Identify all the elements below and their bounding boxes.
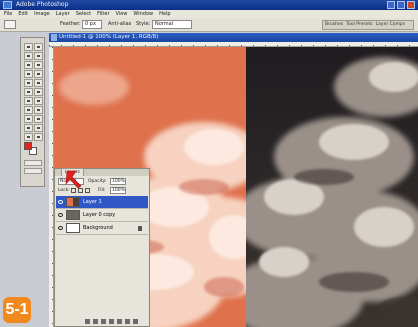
slice-tool[interactable] <box>34 61 43 69</box>
lock-icon <box>138 226 142 231</box>
quick-mask-toggle[interactable] <box>24 160 42 166</box>
photoshop-window: Adobe Photoshop File Edit Image Layer Se… <box>0 0 418 327</box>
lock-pixels-icon[interactable] <box>78 188 83 193</box>
magic-wand-tool[interactable] <box>34 52 43 60</box>
layer-row-layer-1[interactable]: Layer 1 <box>56 196 148 209</box>
lock-transparency-icon[interactable] <box>71 188 76 193</box>
layer-name: Layer 1 <box>83 199 102 205</box>
layers-panel-footer <box>85 319 138 324</box>
palette-tab-brushes[interactable]: Brushes <box>325 21 343 29</box>
layer-name: Layer 0 copy <box>83 212 116 218</box>
history-brush-tool[interactable] <box>34 79 43 87</box>
pen-tool[interactable] <box>24 115 33 123</box>
palette-well: Brushes Tool Presets Layer Comps <box>322 20 414 30</box>
menu-help[interactable]: Help <box>159 10 170 18</box>
document-title-bar: Untitled-1 @ 100% (Layer 1, RGB/8) <box>49 33 418 42</box>
menu-bar: File Edit Image Layer Select Filter View… <box>0 10 418 18</box>
menu-edit[interactable]: Edit <box>18 10 28 18</box>
layer-thumbnail <box>66 210 80 220</box>
layer-thumbnail <box>66 197 80 207</box>
menu-filter[interactable]: Filter <box>97 10 109 18</box>
layer-name: Background <box>83 225 113 231</box>
photoshop-app-icon <box>3 1 12 9</box>
lasso-tool[interactable] <box>24 52 33 60</box>
red-arrow-icon <box>65 170 82 188</box>
screen-mode-toggle[interactable] <box>24 168 42 174</box>
figure-number-badge: 5-1 <box>3 297 31 323</box>
antialias-checkbox[interactable]: Anti-alias <box>108 21 131 28</box>
opacity-input[interactable]: 100% <box>110 178 126 185</box>
style-label: Style: <box>136 21 151 27</box>
gradient-tool[interactable] <box>34 88 43 96</box>
palette-tab-layer-comps[interactable]: Layer Comps <box>376 21 405 29</box>
palette-tab-tool-presets[interactable]: Tool Presets <box>346 21 373 29</box>
trash-icon[interactable] <box>133 319 138 324</box>
crop-tool[interactable] <box>24 61 33 69</box>
new-layer-icon[interactable] <box>125 319 130 324</box>
marquee-tool[interactable] <box>24 43 33 51</box>
feather-label: Feather: <box>60 21 81 27</box>
new-group-icon[interactable] <box>117 319 122 324</box>
layer-style-icon[interactable] <box>93 319 98 324</box>
menu-image[interactable]: Image <box>34 10 50 18</box>
notes-tool[interactable] <box>24 124 33 132</box>
fill-label: Fill: <box>98 188 106 193</box>
path-selection-tool[interactable] <box>24 106 33 114</box>
feather-input[interactable]: 0 px <box>82 20 102 29</box>
style-select[interactable]: Normal <box>152 20 192 29</box>
opacity-label: Opacity: <box>88 179 107 184</box>
options-bar: Feather: 0 px Anti-alias Style: Normal B… <box>0 18 418 32</box>
link-icon[interactable] <box>85 319 90 324</box>
lock-position-icon[interactable] <box>85 188 90 193</box>
toolbox <box>20 37 45 187</box>
maximize-button[interactable] <box>397 1 405 9</box>
layer-row-background[interactable]: Background <box>56 222 148 235</box>
adjustment-layer-icon[interactable] <box>109 319 114 324</box>
layers-lock-row: Lock: Fill: 100% <box>58 187 146 194</box>
window-controls <box>387 1 415 9</box>
tool-grid <box>24 43 43 141</box>
healing-brush-tool[interactable] <box>24 70 33 78</box>
brush-tool[interactable] <box>34 70 43 78</box>
document-title: Untitled-1 @ 100% (Layer 1, RGB/8) <box>59 34 159 40</box>
dodge-tool[interactable] <box>34 97 43 105</box>
clone-stamp-tool[interactable] <box>24 79 33 87</box>
lock-label: Lock: <box>58 188 70 193</box>
dark-half <box>246 47 418 327</box>
layer-row-layer-0-copy[interactable]: Layer 0 copy <box>56 209 148 222</box>
eye-icon[interactable] <box>58 226 63 230</box>
type-tool[interactable] <box>34 106 43 114</box>
eye-icon[interactable] <box>58 200 63 204</box>
hand-tool[interactable] <box>24 133 33 141</box>
eye-icon[interactable] <box>58 213 63 217</box>
eraser-tool[interactable] <box>24 88 33 96</box>
blur-tool[interactable] <box>24 97 33 105</box>
document-icon <box>51 34 57 41</box>
eyedropper-tool[interactable] <box>34 124 43 132</box>
shape-tool[interactable] <box>34 115 43 123</box>
fill-input[interactable]: 100% <box>110 187 126 194</box>
minimize-button[interactable] <box>387 1 395 9</box>
zoom-tool[interactable] <box>34 133 43 141</box>
layer-thumbnail <box>66 223 80 233</box>
layers-panel: Layers Normal Opacity: 100% Lock: Fill: … <box>54 168 150 327</box>
title-bar: Adobe Photoshop <box>0 0 418 10</box>
move-tool[interactable] <box>34 43 43 51</box>
menu-layer[interactable]: Layer <box>56 10 70 18</box>
menu-view[interactable]: View <box>116 10 128 18</box>
menu-window[interactable]: Window <box>133 10 153 18</box>
menu-select[interactable]: Select <box>76 10 91 18</box>
app-title: Adobe Photoshop <box>16 1 69 8</box>
menu-file[interactable]: File <box>4 10 12 18</box>
close-button[interactable] <box>407 1 415 9</box>
mask-icon[interactable] <box>101 319 106 324</box>
tool-preset-picker[interactable] <box>4 20 16 29</box>
foreground-color-swatch[interactable] <box>24 142 32 150</box>
